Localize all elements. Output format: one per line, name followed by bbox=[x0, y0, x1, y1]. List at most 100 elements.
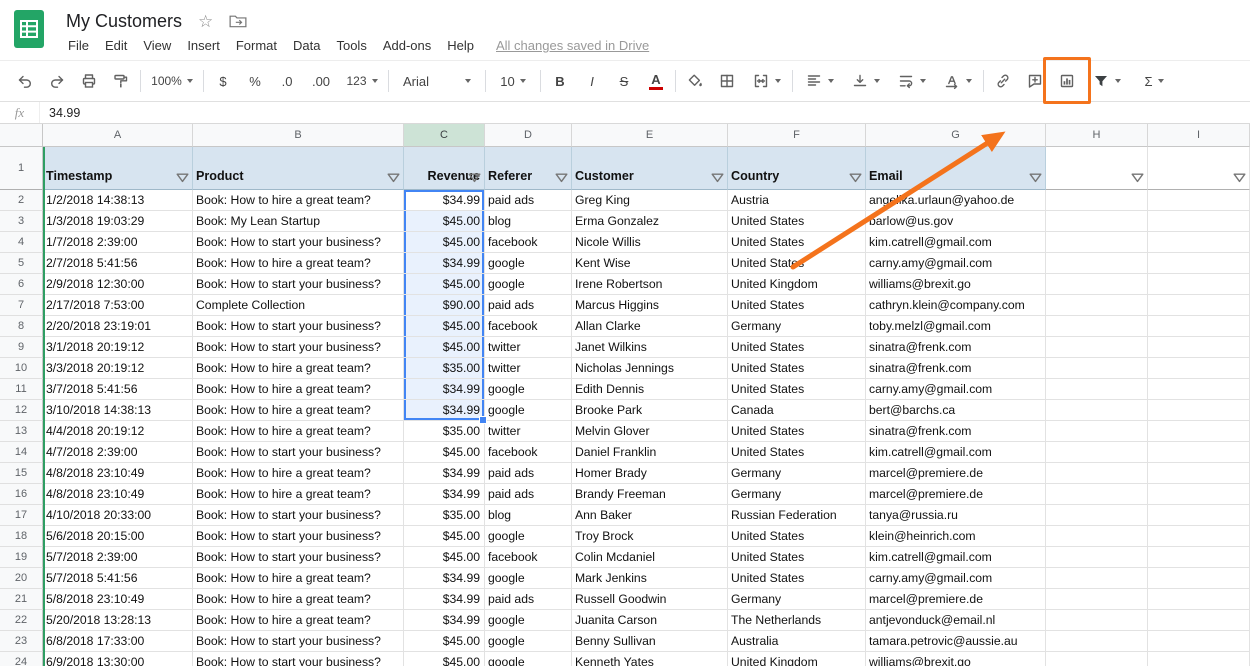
cell-H22[interactable] bbox=[1046, 610, 1148, 631]
cell-F1[interactable]: Country bbox=[728, 147, 866, 190]
vertical-align-button[interactable] bbox=[845, 67, 885, 95]
cell-D15[interactable]: paid ads bbox=[485, 463, 572, 484]
cell-I7[interactable] bbox=[1148, 295, 1250, 316]
cell-G24[interactable]: williams@brexit.go bbox=[866, 652, 1046, 666]
cell-B1[interactable]: Product bbox=[193, 147, 404, 190]
cell-B2[interactable]: Book: How to hire a great team? bbox=[193, 190, 404, 211]
cell-E9[interactable]: Janet Wilkins bbox=[572, 337, 728, 358]
cell-D19[interactable]: facebook bbox=[485, 547, 572, 568]
decrease-decimal-places-button[interactable]: .0 bbox=[274, 67, 300, 95]
cell-F2[interactable]: Austria bbox=[728, 190, 866, 211]
filter-icon[interactable] bbox=[176, 173, 189, 183]
select-all-corner[interactable] bbox=[0, 124, 43, 147]
print-button[interactable] bbox=[76, 67, 102, 95]
cell-A12[interactable]: 3/10/2018 14:38:13 bbox=[43, 400, 193, 421]
cell-E3[interactable]: Erma Gonzalez bbox=[572, 211, 728, 232]
row-header-6[interactable]: 6 bbox=[0, 274, 43, 295]
cell-D9[interactable]: twitter bbox=[485, 337, 572, 358]
cell-A13[interactable]: 4/4/2018 20:19:12 bbox=[43, 421, 193, 442]
cell-I2[interactable] bbox=[1148, 190, 1250, 211]
row-header-22[interactable]: 22 bbox=[0, 610, 43, 631]
redo-button[interactable] bbox=[44, 67, 70, 95]
cell-B3[interactable]: Book: My Lean Startup bbox=[193, 211, 404, 232]
cell-C9[interactable]: $45.00 bbox=[404, 337, 485, 358]
cell-I22[interactable] bbox=[1148, 610, 1250, 631]
cell-F8[interactable]: Germany bbox=[728, 316, 866, 337]
cell-B23[interactable]: Book: How to start your business? bbox=[193, 631, 404, 652]
filter-icon[interactable] bbox=[1029, 173, 1042, 183]
cell-D13[interactable]: twitter bbox=[485, 421, 572, 442]
cell-G18[interactable]: klein@heinrich.com bbox=[866, 526, 1046, 547]
cell-G12[interactable]: bert@barchs.ca bbox=[866, 400, 1046, 421]
font-family-button[interactable]: Arial bbox=[395, 67, 479, 95]
cell-H18[interactable] bbox=[1046, 526, 1148, 547]
cell-C1[interactable]: Revenue bbox=[404, 147, 485, 190]
cell-F13[interactable]: United States bbox=[728, 421, 866, 442]
column-header-H[interactable]: H bbox=[1046, 124, 1148, 147]
cell-G14[interactable]: kim.catrell@gmail.com bbox=[866, 442, 1046, 463]
cell-C17[interactable]: $35.00 bbox=[404, 505, 485, 526]
cell-H8[interactable] bbox=[1046, 316, 1148, 337]
cell-D22[interactable]: google bbox=[485, 610, 572, 631]
cell-I16[interactable] bbox=[1148, 484, 1250, 505]
cell-I20[interactable] bbox=[1148, 568, 1250, 589]
cell-B10[interactable]: Book: How to hire a great team? bbox=[193, 358, 404, 379]
cell-H21[interactable] bbox=[1046, 589, 1148, 610]
cell-A1[interactable]: Timestamp bbox=[43, 147, 193, 190]
cell-A22[interactable]: 5/20/2018 13:28:13 bbox=[43, 610, 193, 631]
cell-B14[interactable]: Book: How to start your business? bbox=[193, 442, 404, 463]
cell-D2[interactable]: paid ads bbox=[485, 190, 572, 211]
cell-I1[interactable] bbox=[1148, 147, 1250, 190]
cell-B8[interactable]: Book: How to start your business? bbox=[193, 316, 404, 337]
cell-A18[interactable]: 5/6/2018 20:15:00 bbox=[43, 526, 193, 547]
cell-C24[interactable]: $45.00 bbox=[404, 652, 485, 666]
cell-G7[interactable]: cathryn.klein@company.com bbox=[866, 295, 1046, 316]
cell-G1[interactable]: Email bbox=[866, 147, 1046, 190]
cell-I14[interactable] bbox=[1148, 442, 1250, 463]
cell-G16[interactable]: marcel@premiere.de bbox=[866, 484, 1046, 505]
cell-C8[interactable]: $45.00 bbox=[404, 316, 485, 337]
cell-E18[interactable]: Troy Brock bbox=[572, 526, 728, 547]
cell-I4[interactable] bbox=[1148, 232, 1250, 253]
cell-F17[interactable]: Russian Federation bbox=[728, 505, 866, 526]
cell-H14[interactable] bbox=[1046, 442, 1148, 463]
cell-G4[interactable]: kim.catrell@gmail.com bbox=[866, 232, 1046, 253]
cell-D8[interactable]: facebook bbox=[485, 316, 572, 337]
column-header-B[interactable]: B bbox=[193, 124, 404, 147]
row-header-11[interactable]: 11 bbox=[0, 379, 43, 400]
formula-input[interactable]: 34.99 bbox=[40, 102, 1250, 123]
cell-A3[interactable]: 1/3/2018 19:03:29 bbox=[43, 211, 193, 232]
cell-B5[interactable]: Book: How to hire a great team? bbox=[193, 253, 404, 274]
row-header-18[interactable]: 18 bbox=[0, 526, 43, 547]
document-title[interactable]: My Customers bbox=[66, 11, 182, 32]
menu-data[interactable]: Data bbox=[285, 36, 328, 55]
cell-D10[interactable]: twitter bbox=[485, 358, 572, 379]
cell-H4[interactable] bbox=[1046, 232, 1148, 253]
cell-H3[interactable] bbox=[1046, 211, 1148, 232]
cell-E20[interactable]: Mark Jenkins bbox=[572, 568, 728, 589]
row-header-17[interactable]: 17 bbox=[0, 505, 43, 526]
cell-G22[interactable]: antjevonduck@email.nl bbox=[866, 610, 1046, 631]
cell-F4[interactable]: United States bbox=[728, 232, 866, 253]
cell-C16[interactable]: $34.99 bbox=[404, 484, 485, 505]
row-header-24[interactable]: 24 bbox=[0, 652, 43, 666]
filter-icon[interactable] bbox=[468, 173, 481, 183]
cell-H9[interactable] bbox=[1046, 337, 1148, 358]
row-header-9[interactable]: 9 bbox=[0, 337, 43, 358]
cell-A23[interactable]: 6/8/2018 17:33:00 bbox=[43, 631, 193, 652]
cell-G3[interactable]: barlow@us.gov bbox=[866, 211, 1046, 232]
cell-C12[interactable]: $34.99 bbox=[404, 400, 485, 421]
cell-B13[interactable]: Book: How to hire a great team? bbox=[193, 421, 404, 442]
cell-I6[interactable] bbox=[1148, 274, 1250, 295]
filter-icon[interactable] bbox=[555, 173, 568, 183]
saved-status-link[interactable]: All changes saved in Drive bbox=[496, 38, 649, 53]
row-header-19[interactable]: 19 bbox=[0, 547, 43, 568]
filter-icon[interactable] bbox=[849, 173, 862, 183]
cell-B24[interactable]: Book: How to start your business? bbox=[193, 652, 404, 666]
cell-C18[interactable]: $45.00 bbox=[404, 526, 485, 547]
cell-B16[interactable]: Book: How to hire a great team? bbox=[193, 484, 404, 505]
cell-C5[interactable]: $34.99 bbox=[404, 253, 485, 274]
cell-B6[interactable]: Book: How to start your business? bbox=[193, 274, 404, 295]
cell-D24[interactable]: google bbox=[485, 652, 572, 666]
cell-G10[interactable]: sinatra@frenk.com bbox=[866, 358, 1046, 379]
